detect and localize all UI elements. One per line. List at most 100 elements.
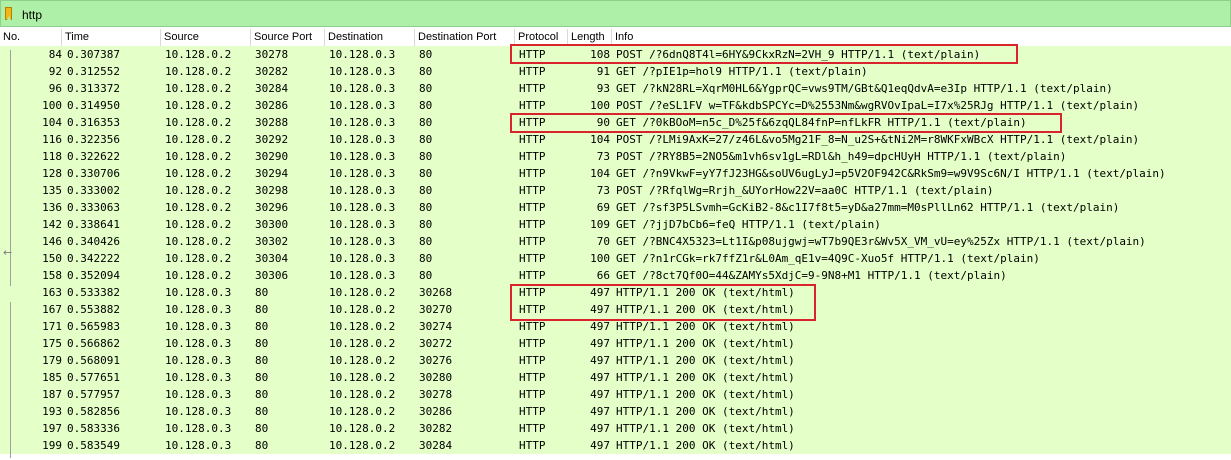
display-filter-input[interactable]: http bbox=[22, 8, 42, 22]
packet-length: 100 bbox=[590, 252, 610, 265]
table-row[interactable]: 146 0.340426 10.128.0.2 30302 10.128.0.3 80 HT… bbox=[0, 233, 1231, 250]
table-row[interactable]: 171 0.565983 10.128.0.3 80 10.128.0.2 30274 HT… bbox=[0, 318, 1231, 335]
packet-length: 93 bbox=[596, 82, 610, 95]
packet-destination: 10.128.0.3 bbox=[329, 82, 396, 95]
packet-destination: 10.128.0.2 bbox=[329, 371, 396, 384]
packet-length: 104 bbox=[590, 167, 610, 180]
packet-source-port: 30300 bbox=[255, 218, 289, 231]
packet-length: 90 bbox=[596, 116, 610, 129]
table-row[interactable]: 167 0.553882 10.128.0.3 80 10.128.0.2 30270 HT… bbox=[0, 301, 1231, 318]
packet-protocol: HTTP bbox=[519, 150, 546, 163]
packet-destination-port: 80 bbox=[419, 48, 433, 61]
table-row[interactable]: 185 0.577651 10.128.0.3 80 10.128.0.2 30280 HT… bbox=[0, 369, 1231, 386]
column-header-protocol[interactable]: Protocol bbox=[515, 29, 568, 46]
packet-info: HTTP/1.1 200 OK (text/html) bbox=[616, 337, 795, 350]
packet-info: GET /?sf3P5LSvmh=GcKiB2-8&c1I7f8t5=yD&a2… bbox=[616, 201, 1120, 214]
packet-destination-port: 80 bbox=[419, 167, 433, 180]
table-row[interactable]: 84 0.307387 10.128.0.2 30278 10.128.0.3 80 HTT… bbox=[0, 46, 1231, 63]
packet-source: 10.128.0.3 bbox=[165, 371, 232, 384]
column-header-length[interactable]: Length bbox=[568, 29, 612, 46]
table-row[interactable]: 128 0.330706 10.128.0.2 30294 10.128.0.3 80 HT… bbox=[0, 165, 1231, 182]
column-header-time[interactable]: Time bbox=[62, 29, 161, 46]
table-row[interactable]: 158 0.352094 10.128.0.2 30306 10.128.0.3 80 HT… bbox=[0, 267, 1231, 284]
packet-info: HTTP/1.1 200 OK (text/html) bbox=[616, 388, 795, 401]
packet-protocol: HTTP bbox=[519, 303, 546, 316]
column-header-destination[interactable]: Destination bbox=[325, 29, 415, 46]
packet-protocol: HTTP bbox=[519, 405, 546, 418]
packet-length: 497 bbox=[590, 286, 610, 299]
packet-source-port: 30302 bbox=[255, 235, 289, 248]
packet-source-port: 30286 bbox=[255, 99, 289, 112]
packet-protocol: HTTP bbox=[519, 99, 546, 112]
table-row[interactable]: 175 0.566862 10.128.0.3 80 10.128.0.2 30272 HT… bbox=[0, 335, 1231, 352]
packet-protocol: HTTP bbox=[519, 116, 546, 129]
packet-destination: 10.128.0.2 bbox=[329, 405, 396, 418]
packet-protocol: HTTP bbox=[519, 48, 546, 61]
packet-protocol: HTTP bbox=[519, 201, 546, 214]
table-row[interactable]: 187 0.577957 10.128.0.3 80 10.128.0.2 30278 HT… bbox=[0, 386, 1231, 403]
packet-protocol: HTTP bbox=[519, 354, 546, 367]
packet-info: HTTP/1.1 200 OK (text/html) bbox=[616, 354, 795, 367]
packet-time: 0.582856 bbox=[67, 405, 120, 418]
packet-time: 0.340426 bbox=[67, 235, 120, 248]
packet-destination: 10.128.0.2 bbox=[329, 286, 396, 299]
table-row[interactable]: 142 0.338641 10.128.0.2 30300 10.128.0.3 80 HT… bbox=[0, 216, 1231, 233]
packet-destination: 10.128.0.2 bbox=[329, 337, 396, 350]
table-row[interactable]: 92 0.312552 10.128.0.2 30282 10.128.0.3 80 HTT… bbox=[0, 63, 1231, 80]
column-header-source-port[interactable]: Source Port bbox=[251, 29, 325, 46]
packet-destination: 10.128.0.2 bbox=[329, 388, 396, 401]
table-row[interactable]: 100 0.314950 10.128.0.2 30286 10.128.0.3 80 HT… bbox=[0, 97, 1231, 114]
packet-source: 10.128.0.3 bbox=[165, 354, 232, 367]
packet-source: 10.128.0.2 bbox=[165, 184, 232, 197]
packet-destination: 10.128.0.2 bbox=[329, 354, 396, 367]
table-row[interactable]: 199 0.583549 10.128.0.3 80 10.128.0.2 30284 HT… bbox=[0, 437, 1231, 454]
packet-destination: 10.128.0.3 bbox=[329, 269, 396, 282]
table-row[interactable]: 150 0.342222 10.128.0.2 30304 10.128.0.3 80 HT… bbox=[0, 250, 1231, 267]
packet-destination-port: 30286 bbox=[419, 405, 453, 418]
packet-info: GET /?n9VkwF=yY7fJ23HG&soUV6ugLyJ=p5V2OF… bbox=[616, 167, 1166, 180]
table-row[interactable]: 104 0.316353 10.128.0.2 30288 10.128.0.3 80 HT… bbox=[0, 114, 1231, 131]
packet-protocol: HTTP bbox=[519, 235, 546, 248]
packet-time: 0.342222 bbox=[67, 252, 120, 265]
column-header-destination-port[interactable]: Destination Port bbox=[415, 29, 515, 46]
packet-source-port: 80 bbox=[255, 439, 269, 452]
packet-destination: 10.128.0.3 bbox=[329, 133, 396, 146]
packet-destination-port: 30284 bbox=[419, 439, 453, 452]
packet-source-port: 30292 bbox=[255, 133, 289, 146]
table-row[interactable]: 118 0.322622 10.128.0.2 30290 10.128.0.3 80 HT… bbox=[0, 148, 1231, 165]
packet-source-port: 30284 bbox=[255, 82, 289, 95]
table-row[interactable]: 96 0.313372 10.128.0.2 30284 10.128.0.3 80 HTT… bbox=[0, 80, 1231, 97]
table-row[interactable]: 163 0.533382 10.128.0.3 80 10.128.0.2 30268 HT… bbox=[0, 284, 1231, 301]
packet-length: 70 bbox=[596, 235, 610, 248]
packet-protocol: HTTP bbox=[519, 439, 546, 452]
display-filter-bar[interactable]: http bbox=[0, 0, 1231, 27]
table-row[interactable]: 197 0.583336 10.128.0.3 80 10.128.0.2 30282 HT… bbox=[0, 420, 1231, 437]
table-row[interactable]: 193 0.582856 10.128.0.3 80 10.128.0.2 30286 HT… bbox=[0, 403, 1231, 420]
packet-protocol: HTTP bbox=[519, 252, 546, 265]
packet-source: 10.128.0.3 bbox=[165, 405, 232, 418]
packet-destination: 10.128.0.3 bbox=[329, 235, 396, 248]
packet-length: 91 bbox=[596, 65, 610, 78]
table-row[interactable]: 179 0.568091 10.128.0.3 80 10.128.0.2 30276 HT… bbox=[0, 352, 1231, 369]
packet-source: 10.128.0.2 bbox=[165, 48, 232, 61]
packet-source-port: 80 bbox=[255, 320, 269, 333]
packet-source-port: 80 bbox=[255, 422, 269, 435]
packet-number: 163 bbox=[42, 286, 62, 299]
packet-length: 73 bbox=[596, 150, 610, 163]
packet-destination-port: 80 bbox=[419, 235, 433, 248]
table-row[interactable]: 116 0.322356 10.128.0.2 30292 10.128.0.3 80 HT… bbox=[0, 131, 1231, 148]
table-row[interactable]: 136 0.333063 10.128.0.2 30296 10.128.0.3 80 HT… bbox=[0, 199, 1231, 216]
column-header-no[interactable]: No. bbox=[0, 29, 62, 46]
packet-destination: 10.128.0.2 bbox=[329, 439, 396, 452]
packet-destination: 10.128.0.3 bbox=[329, 201, 396, 214]
table-row[interactable]: 135 0.333002 10.128.0.2 30298 10.128.0.3 80 HT… bbox=[0, 182, 1231, 199]
packet-length: 497 bbox=[590, 303, 610, 316]
bookmark-icon[interactable] bbox=[5, 7, 12, 20]
packet-length: 69 bbox=[596, 201, 610, 214]
column-header-source[interactable]: Source bbox=[161, 29, 251, 46]
packet-protocol: HTTP bbox=[519, 65, 546, 78]
packet-source: 10.128.0.3 bbox=[165, 422, 232, 435]
packet-length: 497 bbox=[590, 388, 610, 401]
packet-protocol: HTTP bbox=[519, 337, 546, 350]
column-header-info[interactable]: Info bbox=[612, 29, 1231, 46]
